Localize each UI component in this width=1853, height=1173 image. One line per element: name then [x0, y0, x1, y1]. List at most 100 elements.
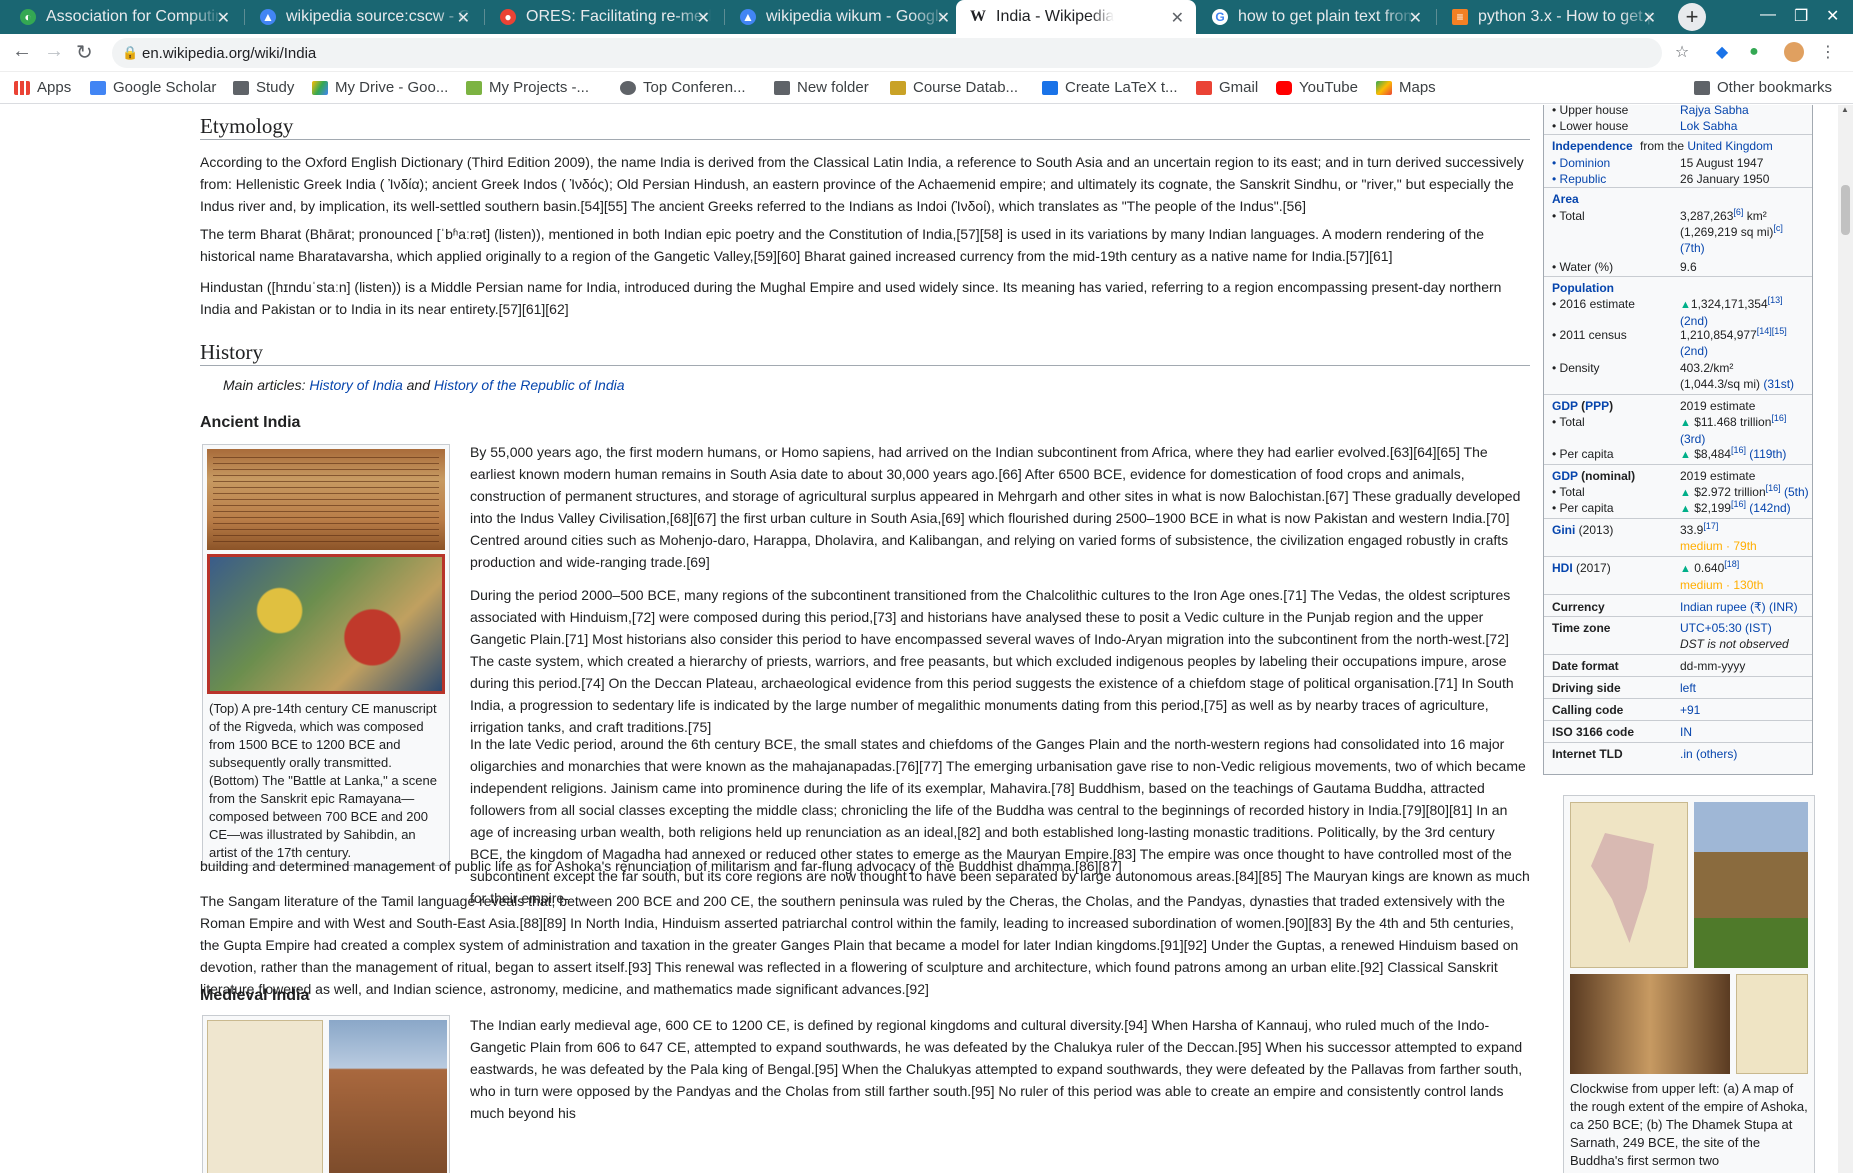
bookmark-google-scholar[interactable]: Google Scholar [90, 79, 216, 96]
link-gdp[interactable]: GDP [1552, 469, 1578, 483]
bookmark-maps[interactable]: Maps [1376, 79, 1436, 96]
link-lok-sabha[interactable]: Lok Sabha [1680, 118, 1810, 134]
link-rank[interactable]: (3rd) [1680, 432, 1705, 446]
bookmark-create-latex[interactable]: Create LaTeX t... [1042, 79, 1178, 96]
scrollbar-thumb[interactable] [1841, 185, 1850, 235]
link-republic[interactable]: • Republic [1552, 171, 1606, 187]
tab-strip: ◐ Association for Computin ✕ ▲ wikipedia… [0, 0, 1853, 34]
close-icon[interactable]: ✕ [217, 8, 230, 28]
back-icon[interactable]: ← [12, 40, 32, 63]
link-dominion[interactable]: • Dominion [1552, 155, 1610, 171]
tab-label: ORES: Facilitating re-med [526, 8, 712, 25]
link-independence[interactable]: Independence [1552, 138, 1633, 154]
globe-icon [620, 80, 636, 95]
dst-note: DST is not observed [1680, 637, 1789, 651]
extension-icon[interactable]: ◆ [1712, 42, 1732, 62]
link-gdp[interactable]: GDP [1552, 399, 1578, 413]
gini-rating: medium · 79th [1680, 539, 1757, 553]
citation[interactable]: [16] [1731, 499, 1746, 509]
dhamek-stupa-image[interactable] [1694, 802, 1808, 968]
link-united-kingdom[interactable]: United Kingdom [1687, 139, 1772, 153]
link-rank[interactable]: (142nd) [1749, 501, 1790, 515]
apps-bookmark[interactable]: Apps [14, 79, 71, 96]
ancient-paragraph-3: In the late Vedic period, around the 6th… [470, 736, 1530, 906]
link-history-republic[interactable]: History of the Republic of India [434, 377, 625, 393]
link-population[interactable]: Population [1552, 280, 1614, 296]
link-ppp[interactable]: PPP [1585, 399, 1609, 413]
citation[interactable]: [13] [1768, 295, 1783, 305]
tab-scholar-cscw[interactable]: ▲ wikipedia source:cscw - G ✕ [246, 0, 482, 34]
close-icon[interactable]: ✕ [1409, 8, 1422, 28]
reload-icon[interactable]: ↻ [76, 40, 93, 65]
tab-ores[interactable]: ● ORES: Facilitating re-med ✕ [486, 0, 722, 34]
maximize-icon[interactable]: ❐ [1794, 6, 1808, 26]
bookmark-youtube[interactable]: YouTube [1276, 79, 1358, 96]
link-rank[interactable]: (31st) [1763, 377, 1794, 391]
link-rank[interactable]: (2nd) [1680, 314, 1708, 328]
tab-stackoverflow[interactable]: ≡ python 3.x - How to get p ✕ [1438, 0, 1668, 34]
citation[interactable]: [16] [1731, 445, 1746, 455]
link-utc[interactable]: UTC+05:30 (IST) [1680, 621, 1772, 635]
close-icon[interactable]: ✕ [1171, 8, 1184, 28]
citation[interactable]: [16] [1766, 483, 1781, 493]
avatar[interactable] [1784, 42, 1804, 62]
link-rajya-sabha[interactable]: Rajya Sabha [1680, 105, 1810, 118]
citation[interactable]: [14][15] [1757, 326, 1787, 336]
bookmark-other[interactable]: Other bookmarks [1694, 79, 1832, 96]
bookmark-course-database[interactable]: Course Datab... [890, 79, 1018, 96]
bookmark-gmail[interactable]: Gmail [1196, 79, 1258, 96]
link-tld[interactable]: .in (others) [1680, 746, 1810, 762]
tab-acm[interactable]: ◐ Association for Computin ✕ [6, 0, 242, 34]
close-icon[interactable]: ✕ [457, 8, 470, 28]
bookmark-label: Gmail [1219, 79, 1259, 96]
grammarly-icon[interactable]: ● [1744, 42, 1764, 62]
infobox-label: • Per capita [1552, 501, 1614, 515]
citation[interactable]: [17] [1703, 521, 1718, 531]
bookmark-star-icon[interactable]: ☆ [1672, 42, 1692, 62]
new-tab-button[interactable]: + [1678, 3, 1706, 31]
link-history-of-india[interactable]: History of India [309, 377, 402, 393]
citation[interactable]: [6] [1733, 207, 1743, 217]
ashoka-map-image[interactable] [1570, 802, 1688, 968]
link-currency[interactable]: Indian rupee (₹) (INR) [1680, 599, 1810, 615]
minimize-icon[interactable]: — [1760, 6, 1776, 24]
cave-interior-image[interactable] [1570, 974, 1730, 1074]
tab-google-plaintext[interactable]: G how to get plain text from ✕ [1198, 0, 1434, 34]
scrollbar[interactable]: ▲ [1838, 105, 1853, 1173]
temple-image[interactable] [329, 1020, 447, 1173]
link-rank[interactable]: (7th) [1680, 241, 1705, 255]
bookmark-study[interactable]: Study [233, 79, 294, 96]
bookmark-top-conferences[interactable]: Top Conferen... [620, 79, 746, 96]
link-calling-code[interactable]: +91 [1680, 702, 1810, 718]
link-driving-side[interactable]: left [1680, 680, 1810, 696]
bookmark-my-projects[interactable]: My Projects -... [466, 79, 589, 96]
close-icon[interactable]: ✕ [697, 8, 710, 28]
close-window-icon[interactable]: ✕ [1826, 6, 1839, 26]
bookmark-new-folder[interactable]: New folder [774, 79, 869, 96]
link-rank[interactable]: (2nd) [1680, 344, 1708, 358]
citation[interactable]: [18] [1724, 559, 1739, 569]
link-rank[interactable]: (5th) [1784, 485, 1809, 499]
citation[interactable]: [c] [1773, 223, 1783, 233]
tab-scholar-wikum[interactable]: ▲ wikipedia wikum - Google ✕ [726, 0, 962, 34]
address-bar[interactable]: 🔒 en.wikipedia.org/wiki/India [112, 38, 1662, 68]
link-iso-code[interactable]: IN [1680, 724, 1810, 740]
india-map-image[interactable] [1736, 974, 1808, 1074]
citation[interactable]: [16] [1771, 413, 1786, 423]
link-hdi[interactable]: HDI [1552, 561, 1573, 575]
forward-icon[interactable]: → [44, 40, 64, 63]
close-icon[interactable]: ✕ [1643, 8, 1656, 28]
menu-icon[interactable]: ⋮ [1818, 42, 1838, 62]
maps-icon [1376, 80, 1392, 95]
link-gini[interactable]: Gini [1552, 523, 1575, 537]
scroll-up-icon[interactable]: ▲ [1841, 105, 1849, 114]
medieval-map-image[interactable] [207, 1020, 323, 1173]
battle-at-lanka-image[interactable] [207, 554, 445, 694]
infobox-value-text: (1,269,219 sq mi) [1680, 225, 1774, 239]
tab-india-wikipedia[interactable]: W India - Wikipedia ✕ [956, 0, 1196, 34]
bookmark-my-drive[interactable]: My Drive - Goo... [312, 79, 448, 96]
link-rank[interactable]: (119th) [1749, 447, 1786, 461]
link-area[interactable]: Area [1552, 191, 1579, 207]
close-icon[interactable]: ✕ [937, 8, 950, 28]
rigveda-manuscript-image[interactable] [207, 449, 445, 550]
